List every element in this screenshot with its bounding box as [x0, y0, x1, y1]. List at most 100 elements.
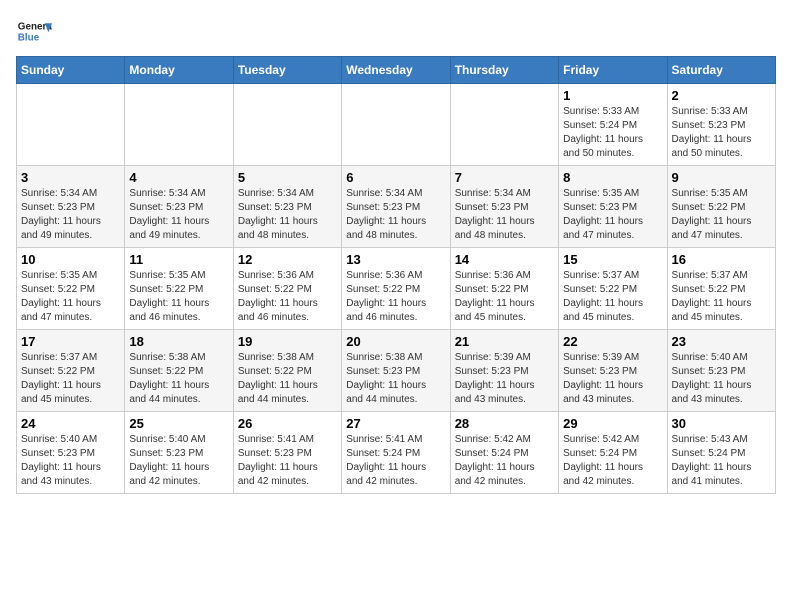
day-number: 25 [129, 416, 228, 431]
calendar-week-row: 10 Sunrise: 5:35 AM Sunset: 5:22 PM Dayli… [17, 248, 776, 330]
day-info: Sunrise: 5:33 AM Sunset: 5:23 PM Dayligh… [672, 105, 771, 161]
calendar-cell [233, 84, 341, 166]
logo-icon: General Blue [16, 16, 52, 52]
day-number: 30 [672, 416, 771, 431]
calendar-cell: 4 Sunrise: 5:34 AM Sunset: 5:23 PM Daylig… [125, 166, 233, 248]
svg-text:Blue: Blue [18, 32, 40, 43]
day-info: Sunrise: 5:40 AM Sunset: 5:23 PM Dayligh… [21, 433, 120, 489]
calendar-cell: 7 Sunrise: 5:34 AM Sunset: 5:23 PM Daylig… [450, 166, 558, 248]
day-info: Sunrise: 5:36 AM Sunset: 5:22 PM Dayligh… [346, 269, 445, 325]
day-number: 12 [238, 252, 337, 267]
day-number: 17 [21, 334, 120, 349]
day-number: 14 [455, 252, 554, 267]
calendar-table: SundayMondayTuesdayWednesdayThursdayFrid… [16, 56, 776, 494]
calendar-cell: 29 Sunrise: 5:42 AM Sunset: 5:24 PM Dayli… [559, 412, 667, 494]
day-info: Sunrise: 5:36 AM Sunset: 5:22 PM Dayligh… [238, 269, 337, 325]
calendar-cell [342, 84, 450, 166]
day-number: 26 [238, 416, 337, 431]
day-info: Sunrise: 5:40 AM Sunset: 5:23 PM Dayligh… [129, 433, 228, 489]
calendar-cell: 2 Sunrise: 5:33 AM Sunset: 5:23 PM Daylig… [667, 84, 775, 166]
weekday-header: Thursday [450, 57, 558, 84]
calendar-cell: 30 Sunrise: 5:43 AM Sunset: 5:24 PM Dayli… [667, 412, 775, 494]
day-info: Sunrise: 5:38 AM Sunset: 5:22 PM Dayligh… [238, 351, 337, 407]
weekday-header: Saturday [667, 57, 775, 84]
calendar-cell: 8Sunrise: 5:35 AM Sunset: 5:23 PM Daylig… [559, 166, 667, 248]
day-info: Sunrise: 5:35 AM Sunset: 5:22 PM Dayligh… [21, 269, 120, 325]
day-info: Sunrise: 5:36 AM Sunset: 5:22 PM Dayligh… [455, 269, 554, 325]
day-number: 2 [672, 88, 771, 103]
day-info: Sunrise: 5:42 AM Sunset: 5:24 PM Dayligh… [455, 433, 554, 489]
day-info: Sunrise: 5:40 AM Sunset: 5:23 PM Dayligh… [672, 351, 771, 407]
day-info: Sunrise: 5:41 AM Sunset: 5:24 PM Dayligh… [346, 433, 445, 489]
day-info: Sunrise: 5:34 AM Sunset: 5:23 PM Dayligh… [455, 187, 554, 243]
calendar-cell: 11Sunrise: 5:35 AM Sunset: 5:22 PM Dayli… [125, 248, 233, 330]
calendar-week-row: 3Sunrise: 5:34 AM Sunset: 5:23 PM Daylig… [17, 166, 776, 248]
calendar-cell: 25 Sunrise: 5:40 AM Sunset: 5:23 PM Dayli… [125, 412, 233, 494]
calendar-cell: 27 Sunrise: 5:41 AM Sunset: 5:24 PM Dayli… [342, 412, 450, 494]
day-info: Sunrise: 5:37 AM Sunset: 5:22 PM Dayligh… [672, 269, 771, 325]
day-info: Sunrise: 5:35 AM Sunset: 5:22 PM Dayligh… [129, 269, 228, 325]
calendar-cell: 5Sunrise: 5:34 AM Sunset: 5:23 PM Daylig… [233, 166, 341, 248]
calendar-cell: 16Sunrise: 5:37 AM Sunset: 5:22 PM Dayli… [667, 248, 775, 330]
logo: General Blue [16, 16, 52, 52]
day-number: 7 [455, 170, 554, 185]
header: General Blue [16, 16, 776, 52]
weekday-header: Friday [559, 57, 667, 84]
day-number: 24 [21, 416, 120, 431]
weekday-header: Tuesday [233, 57, 341, 84]
calendar-body: 1Sunrise: 5:33 AM Sunset: 5:24 PM Daylig… [17, 84, 776, 494]
calendar-cell: 17 Sunrise: 5:37 AM Sunset: 5:22 PM Dayli… [17, 330, 125, 412]
calendar-week-row: 1Sunrise: 5:33 AM Sunset: 5:24 PM Daylig… [17, 84, 776, 166]
day-info: Sunrise: 5:43 AM Sunset: 5:24 PM Dayligh… [672, 433, 771, 489]
weekday-header: Monday [125, 57, 233, 84]
day-info: Sunrise: 5:37 AM Sunset: 5:22 PM Dayligh… [21, 351, 120, 407]
calendar-cell: 22 Sunrise: 5:39 AM Sunset: 5:23 PM Dayli… [559, 330, 667, 412]
day-info: Sunrise: 5:34 AM Sunset: 5:23 PM Dayligh… [129, 187, 228, 243]
day-number: 29 [563, 416, 662, 431]
weekday-header: Sunday [17, 57, 125, 84]
calendar-week-row: 17 Sunrise: 5:37 AM Sunset: 5:22 PM Dayli… [17, 330, 776, 412]
calendar-cell: 21 Sunrise: 5:39 AM Sunset: 5:23 PM Dayli… [450, 330, 558, 412]
calendar-cell: 20 Sunrise: 5:38 AM Sunset: 5:23 PM Dayli… [342, 330, 450, 412]
calendar-cell [17, 84, 125, 166]
day-info: Sunrise: 5:35 AM Sunset: 5:22 PM Dayligh… [672, 187, 771, 243]
calendar-cell: 18 Sunrise: 5:38 AM Sunset: 5:22 PM Dayli… [125, 330, 233, 412]
day-info: Sunrise: 5:37 AM Sunset: 5:22 PM Dayligh… [563, 269, 662, 325]
day-number: 15 [563, 252, 662, 267]
calendar-cell: 9 Sunrise: 5:35 AM Sunset: 5:22 PM Daylig… [667, 166, 775, 248]
day-info: Sunrise: 5:35 AM Sunset: 5:23 PM Dayligh… [563, 187, 662, 243]
day-number: 28 [455, 416, 554, 431]
day-info: Sunrise: 5:38 AM Sunset: 5:22 PM Dayligh… [129, 351, 228, 407]
calendar-cell: 6Sunrise: 5:34 AM Sunset: 5:23 PM Daylig… [342, 166, 450, 248]
day-number: 20 [346, 334, 445, 349]
day-info: Sunrise: 5:33 AM Sunset: 5:24 PM Dayligh… [563, 105, 662, 161]
calendar-cell: 14 Sunrise: 5:36 AM Sunset: 5:22 PM Dayli… [450, 248, 558, 330]
day-number: 27 [346, 416, 445, 431]
calendar-cell: 12 Sunrise: 5:36 AM Sunset: 5:22 PM Dayli… [233, 248, 341, 330]
calendar-cell: 15 Sunrise: 5:37 AM Sunset: 5:22 PM Dayli… [559, 248, 667, 330]
day-info: Sunrise: 5:38 AM Sunset: 5:23 PM Dayligh… [346, 351, 445, 407]
weekday-header: Wednesday [342, 57, 450, 84]
calendar-cell: 13Sunrise: 5:36 AM Sunset: 5:22 PM Dayli… [342, 248, 450, 330]
calendar-cell: 24 Sunrise: 5:40 AM Sunset: 5:23 PM Dayli… [17, 412, 125, 494]
calendar-cell: 28 Sunrise: 5:42 AM Sunset: 5:24 PM Dayli… [450, 412, 558, 494]
calendar-header-row: SundayMondayTuesdayWednesdayThursdayFrid… [17, 57, 776, 84]
calendar-cell: 19 Sunrise: 5:38 AM Sunset: 5:22 PM Dayli… [233, 330, 341, 412]
calendar-cell: 10 Sunrise: 5:35 AM Sunset: 5:22 PM Dayli… [17, 248, 125, 330]
calendar-cell: 23 Sunrise: 5:40 AM Sunset: 5:23 PM Dayli… [667, 330, 775, 412]
day-number: 10 [21, 252, 120, 267]
day-number: 18 [129, 334, 228, 349]
day-info: Sunrise: 5:39 AM Sunset: 5:23 PM Dayligh… [455, 351, 554, 407]
day-number: 22 [563, 334, 662, 349]
day-number: 9 [672, 170, 771, 185]
day-info: Sunrise: 5:39 AM Sunset: 5:23 PM Dayligh… [563, 351, 662, 407]
day-info: Sunrise: 5:42 AM Sunset: 5:24 PM Dayligh… [563, 433, 662, 489]
day-info: Sunrise: 5:34 AM Sunset: 5:23 PM Dayligh… [346, 187, 445, 243]
day-number: 4 [129, 170, 228, 185]
day-number: 5 [238, 170, 337, 185]
day-number: 21 [455, 334, 554, 349]
calendar-week-row: 24 Sunrise: 5:40 AM Sunset: 5:23 PM Dayli… [17, 412, 776, 494]
day-number: 23 [672, 334, 771, 349]
day-number: 19 [238, 334, 337, 349]
calendar-cell [450, 84, 558, 166]
